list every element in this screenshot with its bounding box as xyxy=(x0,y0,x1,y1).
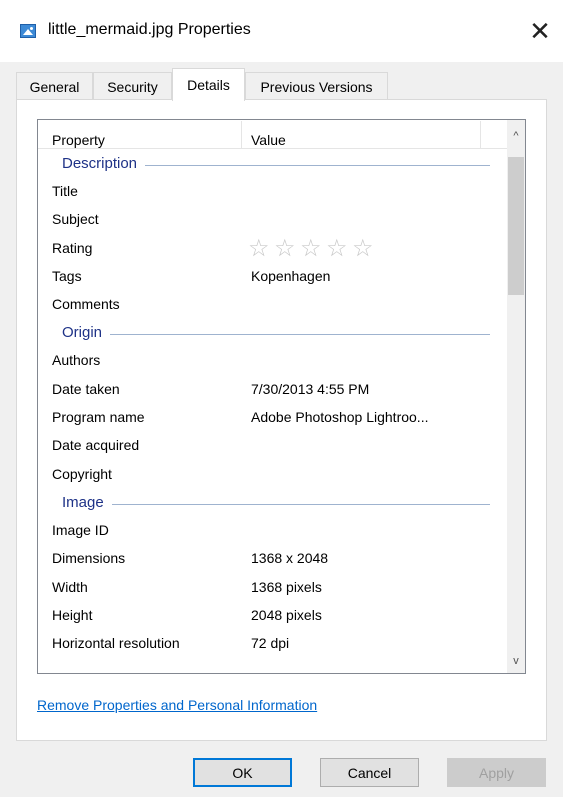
star-icon[interactable]: ☆ xyxy=(326,234,352,262)
property-name: Date taken xyxy=(52,380,120,397)
window-title: little_mermaid.jpg Properties xyxy=(48,21,251,38)
property-row-width[interactable]: Width 1368 pixels xyxy=(38,573,508,601)
property-name: Tags xyxy=(52,267,82,284)
property-row-title[interactable]: Title xyxy=(38,177,508,205)
property-row-comments[interactable]: Comments xyxy=(38,290,508,318)
property-name: Title xyxy=(52,183,78,199)
group-image: Image xyxy=(38,488,508,516)
property-name: Rating xyxy=(52,239,93,256)
property-row-dimensions[interactable]: Dimensions 1368 x 2048 xyxy=(38,544,508,572)
star-icon[interactable]: ☆ xyxy=(352,234,378,262)
list-header: Property Value xyxy=(38,120,508,149)
property-row-date-taken[interactable]: Date taken 7/30/2013 4:55 PM xyxy=(38,375,508,403)
image-file-icon xyxy=(20,24,36,38)
group-origin: Origin xyxy=(38,318,508,346)
column-divider[interactable] xyxy=(241,121,242,148)
column-header-property[interactable]: Property xyxy=(52,132,105,148)
remove-properties-link[interactable]: Remove Properties and Personal Informati… xyxy=(37,697,317,713)
tab-previous-versions[interactable]: Previous Versions xyxy=(245,72,388,100)
vertical-scrollbar[interactable]: ^ v xyxy=(507,120,525,673)
title-bar: little_mermaid.jpg Properties ✕ xyxy=(0,0,563,62)
apply-button[interactable]: Apply xyxy=(447,758,546,787)
tab-details[interactable]: Details xyxy=(172,68,245,101)
group-label: Origin xyxy=(62,324,111,342)
property-value: 7/30/2013 4:55 PM xyxy=(251,380,370,397)
group-description: Description xyxy=(38,149,508,177)
property-value: Adobe Photoshop Lightroo... xyxy=(251,409,429,426)
property-name: Subject xyxy=(52,211,99,228)
property-name: Height xyxy=(52,606,93,623)
property-row-program-name[interactable]: Program name Adobe Photoshop Lightroo... xyxy=(38,403,508,431)
chevron-up-icon[interactable]: ^ xyxy=(507,126,525,146)
property-value: 1368 pixels xyxy=(251,578,322,595)
group-divider xyxy=(62,503,490,505)
property-name: Horizontal resolution xyxy=(52,635,180,652)
star-icon[interactable]: ☆ xyxy=(300,234,326,262)
property-row-subject[interactable]: Subject xyxy=(38,205,508,233)
property-row-copyright[interactable]: Copyright xyxy=(38,460,508,488)
property-name: Image ID xyxy=(52,521,109,538)
scrollbar-thumb[interactable] xyxy=(508,157,524,295)
property-row-authors[interactable]: Authors xyxy=(38,346,508,374)
property-row-rating[interactable]: Rating ☆ ☆ ☆ ☆ ☆ xyxy=(38,234,508,262)
property-row-date-acquired[interactable]: Date acquired xyxy=(38,431,508,459)
close-button[interactable]: ✕ xyxy=(517,14,563,50)
property-value: Kopenhagen xyxy=(251,267,331,284)
property-value: 72 dpi xyxy=(251,635,290,652)
property-row-tags[interactable]: Tags Kopenhagen xyxy=(38,262,508,290)
chevron-down-icon[interactable]: v xyxy=(507,651,525,671)
property-name: Program name xyxy=(52,409,145,426)
properties-list[interactable]: Property Value Description Title Subject… xyxy=(37,119,526,674)
group-label: Description xyxy=(62,155,146,172)
property-name: Copyright xyxy=(52,465,112,482)
property-row-image-id[interactable]: Image ID xyxy=(38,516,508,544)
property-name: Dimensions xyxy=(52,550,126,567)
property-value: 2048 pixels xyxy=(251,606,322,623)
star-icon[interactable]: ☆ xyxy=(248,234,274,262)
rating-stars[interactable]: ☆ ☆ ☆ ☆ ☆ xyxy=(248,234,378,262)
column-header-value[interactable]: Value xyxy=(251,132,286,148)
property-row-horizontal-resolution[interactable]: Horizontal resolution 72 dpi xyxy=(38,629,508,657)
column-divider[interactable] xyxy=(480,121,481,148)
property-row-height[interactable]: Height 2048 pixels xyxy=(38,601,508,629)
details-panel: Property Value Description Title Subject… xyxy=(16,99,547,741)
tab-security[interactable]: Security xyxy=(93,72,172,100)
property-name: Width xyxy=(52,578,88,595)
group-divider xyxy=(62,334,490,336)
ok-button[interactable]: OK xyxy=(193,758,292,787)
tab-general[interactable]: General xyxy=(16,72,93,100)
star-icon[interactable]: ☆ xyxy=(274,234,300,262)
property-rows: Description Title Subject Rating ☆ ☆ ☆ ☆… xyxy=(38,149,508,657)
property-value: 1368 x 2048 xyxy=(251,550,329,567)
cancel-button[interactable]: Cancel xyxy=(320,758,419,787)
property-name: Comments xyxy=(52,296,120,313)
property-name: Authors xyxy=(52,352,101,369)
property-name: Date acquired xyxy=(52,437,140,454)
group-label: Image xyxy=(62,493,112,511)
